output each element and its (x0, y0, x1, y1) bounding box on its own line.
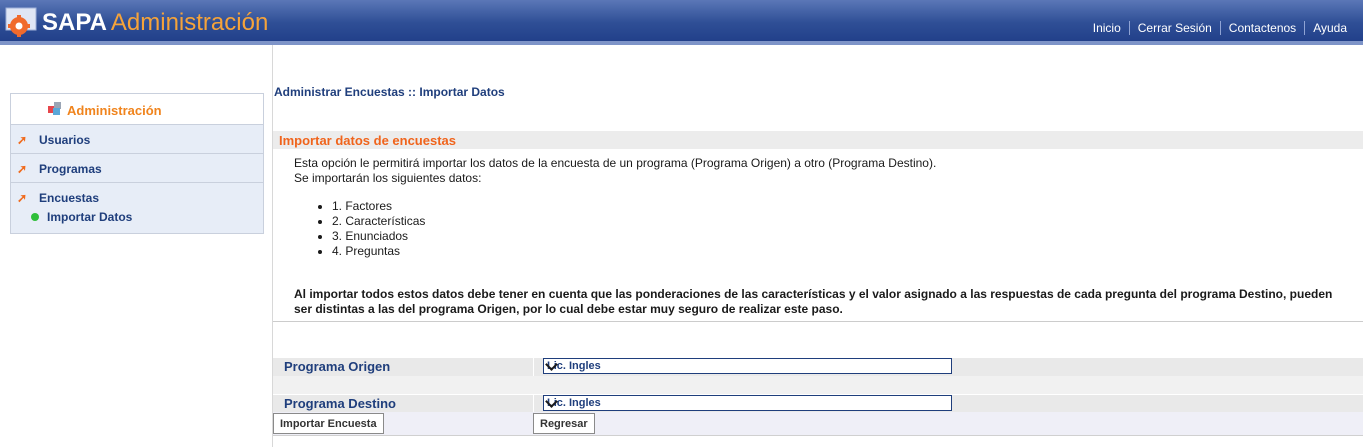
list-item: 1. Factores (316, 199, 425, 214)
button-row: Importar Encuesta Regresar (273, 412, 1363, 436)
divider (273, 321, 1363, 322)
top-nav: Inicio Cerrar Sesión Contactenos Ayuda (1085, 21, 1355, 35)
origen-label: Programa Origen (284, 359, 391, 374)
header-divider (0, 41, 1363, 45)
sidebar-item-usuarios[interactable]: ➚ Usuarios (11, 125, 263, 154)
sidebar-item-label[interactable]: Programas (39, 162, 102, 176)
nav-ayuda-link[interactable]: Ayuda (1304, 21, 1355, 35)
destino-row: Programa Destino Lic. Ingles (273, 395, 1363, 413)
section-title: Importar datos de encuestas (279, 133, 456, 148)
arrow-icon: ➚ (17, 162, 28, 176)
sidebar-subitem-importar-datos[interactable]: Importar Datos (47, 210, 132, 224)
brand-title: SAPA Administración (42, 9, 268, 37)
sidebar-item-encuestas[interactable]: ➚ Encuestas Importar Datos (11, 183, 263, 233)
nav-contactenos-link[interactable]: Contactenos (1219, 21, 1304, 35)
sidebar-item-label[interactable]: Encuestas (39, 191, 99, 205)
brand-sub: Administración (110, 9, 269, 36)
active-dot-icon (31, 213, 39, 221)
nav-cerrar-sesion-link[interactable]: Cerrar Sesión (1128, 21, 1220, 35)
section-header: Importar datos de encuestas (273, 131, 1363, 149)
origen-select[interactable]: Lic. Ingles (543, 358, 952, 374)
intro-text: Esta opción le permitirá importar los da… (294, 156, 936, 186)
destino-select[interactable]: Lic. Ingles (543, 395, 952, 411)
column-separator (533, 395, 534, 413)
list-item: 2. Características (316, 214, 425, 229)
list-item: 3. Enunciados (316, 229, 425, 244)
import-survey-button[interactable]: Importar Encuesta (273, 413, 384, 434)
column-separator (533, 358, 534, 376)
gear-logo-icon (5, 7, 37, 37)
nav-inicio-link[interactable]: Inicio (1085, 21, 1129, 35)
intro-line: Se importarán los siguientes datos: (294, 171, 482, 185)
arrow-icon: ➚ (17, 191, 28, 205)
sidebar-item-programas[interactable]: ➚ Programas (11, 154, 263, 183)
cubes-icon (48, 102, 61, 115)
breadcrumb: Administrar Encuestas :: Importar Datos (274, 85, 505, 99)
brand-main: SAPA (42, 9, 107, 36)
origen-row: Programa Origen Lic. Ingles (273, 358, 1363, 376)
sidebar-item-label[interactable]: Usuarios (39, 133, 90, 147)
sidebar: Administración ➚ Usuarios ➚ Programas ➚ … (10, 93, 264, 234)
back-button[interactable]: Regresar (533, 413, 595, 434)
sidebar-header: Administración (11, 94, 263, 125)
import-items-list: 1. Factores 2. Características 3. Enunci… (316, 199, 425, 259)
spacer-row (273, 376, 1363, 394)
top-header: SAPA Administración Inicio Cerrar Sesión … (0, 0, 1363, 41)
destino-label: Programa Destino (284, 396, 396, 411)
arrow-icon: ➚ (17, 133, 28, 147)
warning-text: Al importar todos estos datos debe tener… (294, 287, 1333, 316)
sidebar-title: Administración (67, 103, 162, 118)
list-item: 4. Preguntas (316, 244, 425, 259)
intro-line: Esta opción le permitirá importar los da… (294, 156, 937, 170)
